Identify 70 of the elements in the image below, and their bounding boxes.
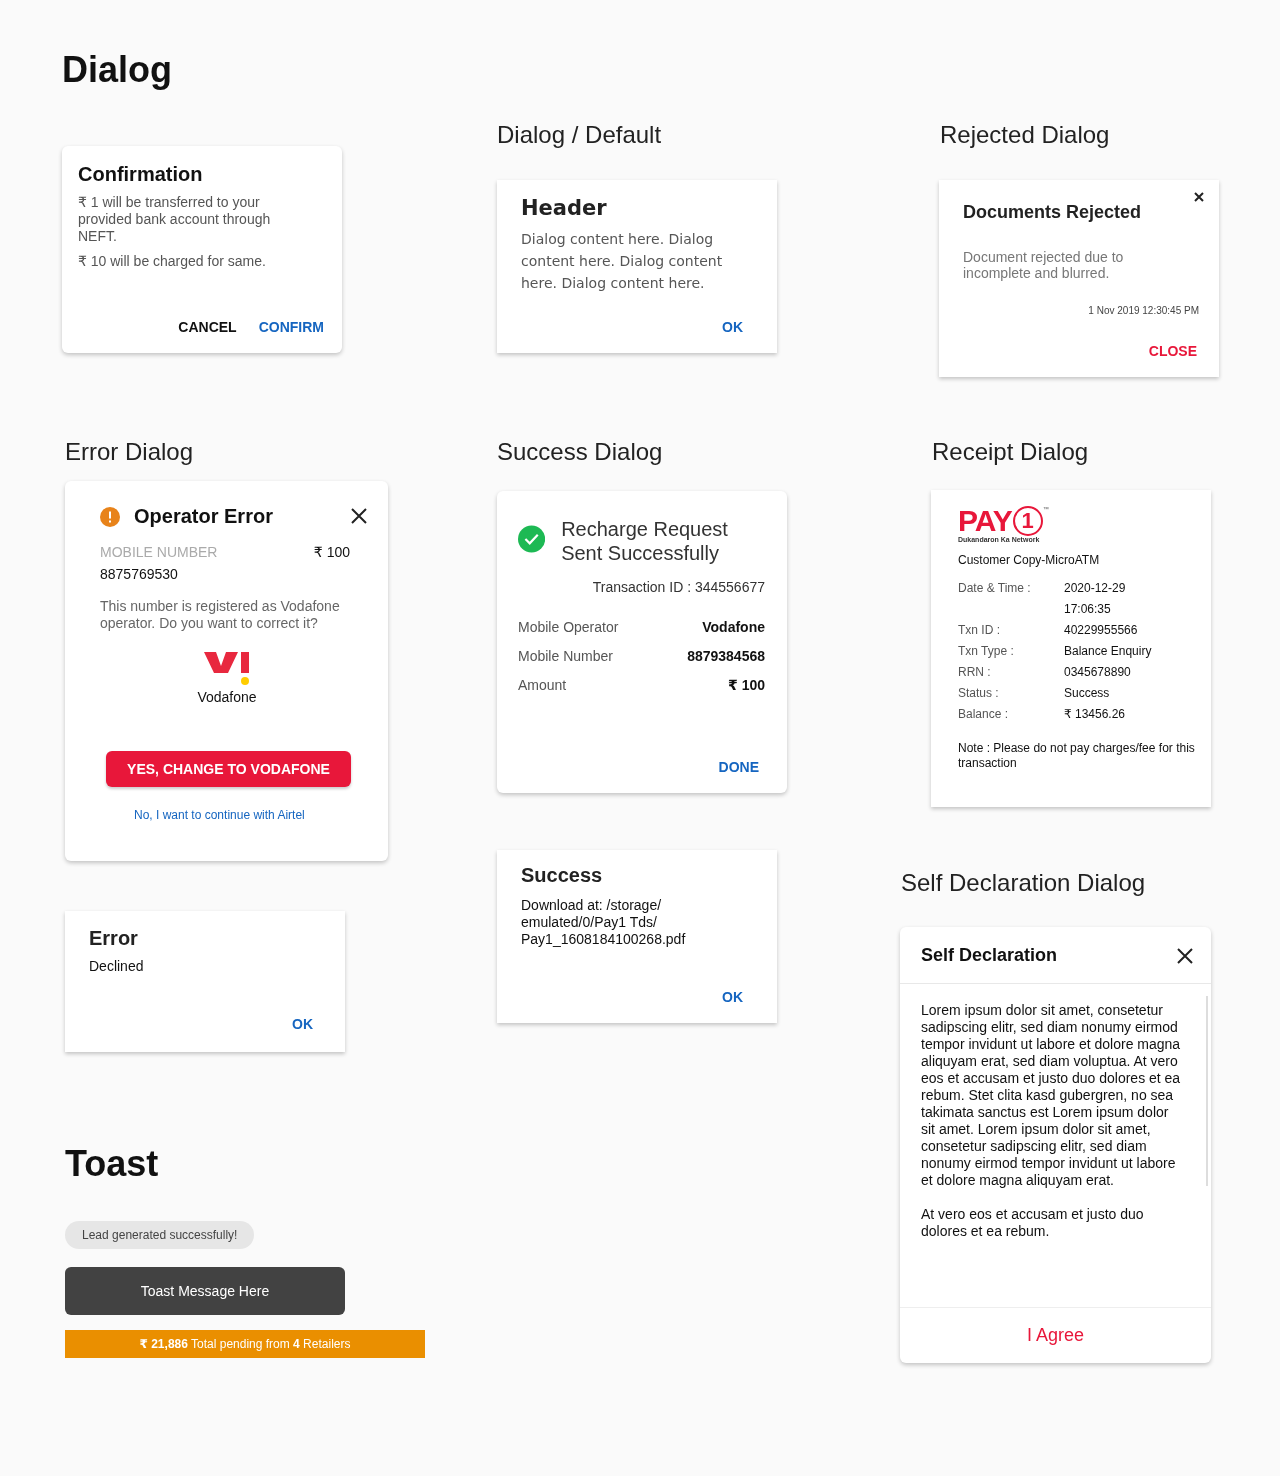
section-title: Success Dialog: [497, 437, 663, 467]
detail-value: Success: [1064, 686, 1110, 700]
detail-value: Vodafone: [702, 619, 765, 635]
detail-value: ₹ 13456.26: [1064, 707, 1126, 721]
detail-value: 0345678890: [1064, 665, 1131, 679]
section-title: Receipt Dialog: [932, 437, 1089, 467]
detail-value: Balance Enquiry: [1064, 644, 1152, 658]
dialog-text: Declined: [89, 958, 145, 974]
pending-banner: ₹ 21,886 Total pending from 4 Retailers: [65, 1330, 425, 1358]
dialog-title: Header: [521, 196, 608, 220]
operator-name: Vodafone: [197, 689, 257, 705]
detail-label: Mobile Number: [518, 648, 613, 664]
ok-button[interactable]: OK: [286, 1012, 319, 1036]
close-icon[interactable]: [350, 507, 368, 525]
dialog-text: This number is registered as Vodafone operator. Do you want to correct it?: [100, 598, 341, 632]
dialog-title: Documents Rejected: [963, 202, 1143, 223]
detail-value: ₹ 100: [728, 677, 765, 693]
declaration-text: Lorem ipsum dolor sit amet, consetetur sadipscing elitr, sed diam nonumy eirmod tempor invidunt ut labore et dolore magna aliquyam erat, sed diam voluptua. At vero eos et accusam et justo duo dolores et ea rebum. Stet clita kasd gubergren, no sea takimata sanctus est Lorem ipsum dolor sit amet. Lorem ipsum dolor sit amet, consetetur sadipscing elitr, sed diam nonumy eirmod tempor invidunt ut labore et dolore magna aliquyam erat.: [921, 1002, 1181, 1189]
section-title: Toast: [65, 1144, 159, 1184]
detail-label: Date & Time :: [958, 581, 1032, 597]
detail-value: 17:06:35: [1064, 602, 1111, 616]
dialog-title: Recharge Request Sent Successfully: [561, 517, 729, 565]
detail-label: Balance :: [958, 707, 1010, 721]
close-icon[interactable]: [1176, 946, 1194, 965]
detail-label: RRN :: [958, 665, 992, 679]
dialog-text: ₹ 10 will be charged for same.: [78, 253, 267, 270]
page-title: Dialog: [62, 50, 172, 90]
field-label: MOBILE NUMBER: [100, 544, 218, 560]
section-title: Dialog / Default: [497, 120, 662, 150]
section-title: Error Dialog: [65, 437, 194, 467]
agree-button[interactable]: I Agree: [1020, 1324, 1090, 1347]
done-button[interactable]: DONE: [712, 755, 765, 779]
ok-button[interactable]: OK: [716, 315, 749, 339]
ok-button[interactable]: OK: [716, 985, 749, 1009]
detail-label: Status :: [958, 686, 1000, 700]
receipt-title: Customer Copy-MicroATM: [958, 553, 1101, 567]
section-title: Self Declaration Dialog: [901, 868, 1146, 898]
detail-label: Amount: [518, 677, 567, 693]
toast: Lead generated successfully!: [65, 1221, 255, 1249]
mobile-number: 8875769530: [100, 566, 179, 582]
dialog-button[interactable]: CONFIRM: [252, 315, 330, 339]
section-title: Rejected Dialog: [940, 120, 1110, 150]
dialog-title: Success: [521, 864, 604, 887]
detail-value: 40229955566: [1064, 623, 1138, 637]
detail-value: 8879384568: [687, 648, 765, 664]
timestamp: 1 Nov 2019 12:30:45 PM: [1087, 305, 1199, 316]
dialog-text: Download at: /storage/ emulated/0/Pay1 Tds/ Pay1_1608184100268.pdf: [521, 897, 687, 948]
detail-value: 2020-12-29: [1064, 581, 1126, 595]
transaction-id: Transaction ID : 344556677: [591, 579, 765, 595]
continue-link[interactable]: No, I want to continue with Airtel: [134, 808, 305, 822]
dialog-text: Dialog content here. Dialog content here. Dialog content here. Dialog content here.: [521, 230, 724, 293]
change-operator-button[interactable]: YES, CHANGE TO VODAFONE: [106, 751, 351, 787]
close-icon[interactable]: [1193, 191, 1205, 203]
detail-label: Txn ID :: [958, 623, 1001, 637]
dialog-button[interactable]: CANCEL: [172, 315, 243, 339]
note-text: Note : Please do not pay charges/fee for this transaction: [958, 741, 1195, 771]
dialog-title: Error: [89, 927, 139, 950]
dialog-title: Operator Error: [134, 505, 274, 528]
toast: Toast Message Here: [65, 1267, 345, 1315]
dialog-title: Self Declaration: [921, 945, 1058, 966]
detail-label: Txn Type :: [958, 644, 1015, 658]
warning-icon: [100, 506, 120, 527]
amount-text: ₹ 100: [313, 544, 350, 560]
declaration-text: At vero eos et accusam et justo duo dolores et ea rebum.: [921, 1206, 1145, 1240]
detail-label: Mobile Operator: [518, 619, 619, 635]
operator-logo-icon: [204, 652, 250, 685]
dialog-title: Confirmation: [78, 162, 204, 186]
close-button[interactable]: CLOSE: [1142, 339, 1203, 363]
dialog-text: Document rejected due to incomplete and blurred.: [963, 249, 1125, 281]
dialog-text: ₹ 1 will be transferred to your provided bank account through NEFT.: [78, 194, 272, 245]
